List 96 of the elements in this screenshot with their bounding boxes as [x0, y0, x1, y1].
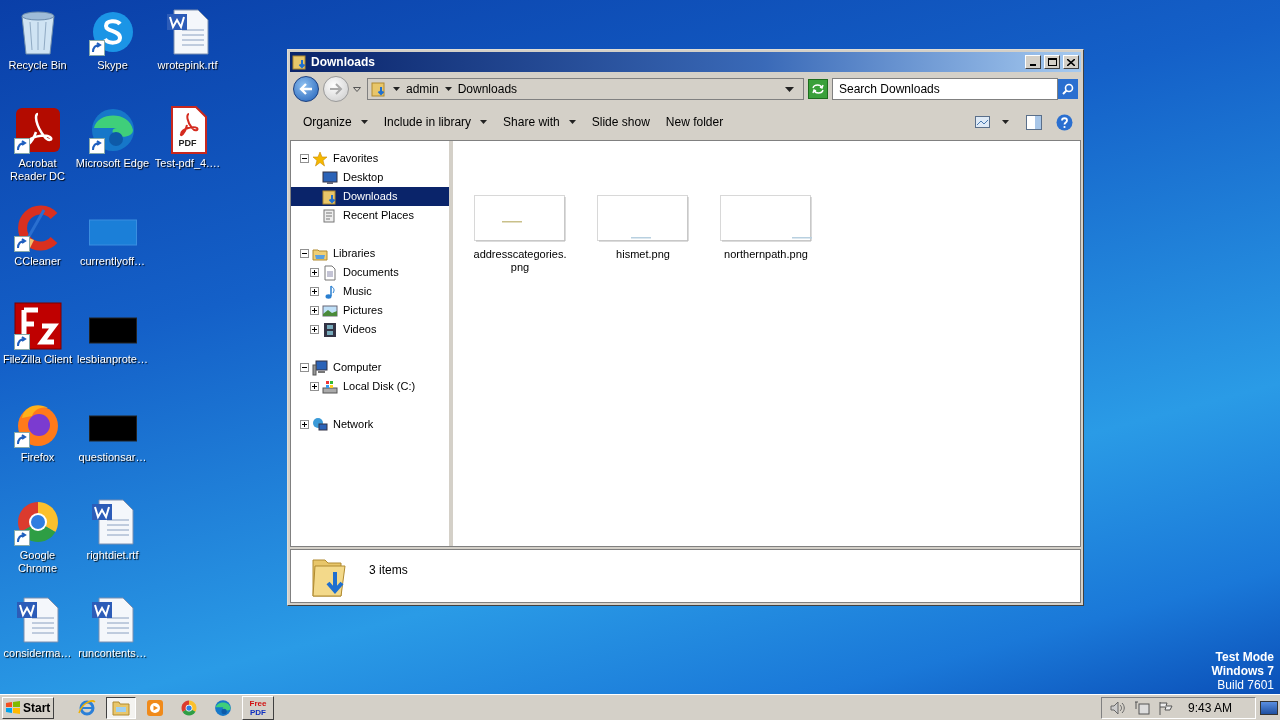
address-bar[interactable]: admin Downloads: [367, 78, 804, 100]
item-count: 3 items: [369, 562, 408, 579]
maximize-button[interactable]: [1044, 55, 1060, 69]
watermark-text: Build 7601: [1217, 678, 1274, 692]
nav-item[interactable]: Videos: [291, 320, 449, 339]
taskbar-app-button[interactable]: [106, 696, 136, 719]
hard-disk-icon: [322, 378, 338, 395]
nav-item[interactable]: Computer: [291, 358, 449, 377]
toolbar-button[interactable]: Share with: [496, 110, 583, 134]
watermark-text: Test Mode: [1215, 650, 1274, 664]
toolbar-button[interactable]: Organize: [296, 110, 375, 134]
desktop-icon-label[interactable]: Microsoft Edge: [75, 157, 150, 170]
start-button[interactable]: Start: [2, 696, 54, 719]
desktop-icon-label[interactable]: Acrobat Reader DC: [10, 157, 65, 183]
caret-icon: [393, 87, 400, 91]
nav-item[interactable]: Music: [291, 282, 449, 301]
collapse-icon[interactable]: [300, 154, 309, 163]
desktop-icon-label[interactable]: questionsar…: [78, 451, 147, 464]
watermark-text: Windows 7: [1211, 664, 1274, 678]
flag-icon[interactable]: [1158, 700, 1174, 715]
film-strip-icon: [322, 321, 338, 338]
document-icon: [322, 264, 338, 281]
desktop-icon-label[interactable]: CCleaner: [14, 255, 61, 268]
toolbar-button[interactable]: New folder: [658, 110, 731, 134]
desktop-icon-label[interactable]: currentlyoff…: [79, 255, 146, 268]
file-name: addresscategories.png: [472, 248, 568, 274]
refresh-button[interactable]: [808, 79, 828, 99]
expand-icon[interactable]: [310, 268, 319, 277]
image-thumbnail[interactable]: [474, 195, 566, 242]
network-icon[interactable]: [1134, 700, 1150, 715]
clock[interactable]: 9:43 AM: [1188, 698, 1233, 717]
window-title: Downloads: [311, 54, 375, 71]
file-name: northernpath.png: [723, 248, 809, 261]
nav-item[interactable]: Favorites: [291, 149, 449, 168]
caret-icon[interactable]: [785, 86, 794, 92]
nav-item[interactable]: Desktop: [291, 168, 449, 187]
close-button[interactable]: [1063, 55, 1079, 69]
collapse-icon[interactable]: [300, 249, 309, 258]
desktop-icon-label[interactable]: lesbianprote…: [77, 353, 148, 366]
nav-item[interactable]: Pictures: [291, 301, 449, 320]
download-folder-icon: [371, 81, 387, 97]
desktop-icon-label[interactable]: Firefox: [20, 451, 55, 464]
expand-icon[interactable]: [300, 420, 309, 429]
monitor-icon: [322, 169, 338, 186]
desktop-icon-label[interactable]: Recycle Bin: [8, 59, 67, 72]
network-icon: [312, 416, 328, 433]
search-icon: [1062, 83, 1074, 95]
search-field[interactable]: Search Downloads: [832, 78, 1058, 100]
picture-frame-icon: [322, 302, 338, 319]
computer-icon: [312, 359, 328, 376]
nav-item[interactable]: Libraries: [291, 244, 449, 263]
expand-icon[interactable]: [310, 382, 319, 391]
recent-places-icon: [322, 207, 338, 224]
download-folder-icon: [292, 54, 308, 70]
toolbar-button[interactable]: Include in library: [376, 110, 495, 134]
minimize-button[interactable]: [1025, 55, 1041, 69]
nav-item[interactable]: Downloads: [291, 187, 449, 206]
download-folder-icon: [322, 188, 338, 205]
collapse-icon[interactable]: [300, 363, 309, 372]
image-thumbnail[interactable]: [720, 195, 812, 242]
desktop-icon-label[interactable]: wrotepink.rtf: [157, 59, 218, 72]
image-thumbnail[interactable]: [597, 195, 689, 242]
search-button[interactable]: [1058, 79, 1078, 99]
desktop-icon-label[interactable]: Test-pdf_4.…: [154, 157, 221, 170]
show-desktop-button[interactable]: [1260, 700, 1278, 715]
file-name: hismet.png: [615, 248, 671, 261]
nav-item[interactable]: Local Disk (C:): [291, 377, 449, 396]
breadcrumb-item[interactable]: Downloads: [457, 80, 518, 98]
view-icon: [975, 116, 990, 128]
toolbar-button[interactable]: Slide show: [584, 110, 657, 134]
windows-logo-icon: [5, 700, 21, 715]
nav-item[interactable]: Network: [291, 415, 449, 434]
minimize-icon: [1030, 64, 1036, 66]
desktop-icon-label[interactable]: Google Chrome: [17, 549, 58, 575]
caret-icon: [1002, 120, 1009, 124]
forward-arrow-icon: [329, 83, 343, 95]
nav-item[interactable]: Recent Places: [291, 206, 449, 225]
desktop-icon-label[interactable]: rightdiet.rtf: [86, 549, 139, 562]
filezilla-icon: [13, 302, 62, 350]
speaker-icon[interactable]: [1110, 700, 1126, 715]
refresh-icon: [811, 83, 825, 95]
back-arrow-icon: [299, 83, 313, 95]
close-icon: [1067, 58, 1075, 66]
star-icon: [312, 150, 328, 167]
caret-icon: [444, 87, 452, 91]
history-caret-icon[interactable]: [353, 86, 361, 92]
breadcrumb-item[interactable]: admin: [406, 80, 439, 98]
expand-icon[interactable]: [310, 287, 319, 296]
nav-item[interactable]: Documents: [291, 263, 449, 282]
expand-icon[interactable]: [310, 306, 319, 315]
maximize-icon: [1047, 58, 1057, 66]
back-button[interactable]: [293, 76, 319, 102]
taskbar-app-button[interactable]: Free PDF: [242, 695, 274, 720]
desktop-icon-label[interactable]: Skype: [97, 59, 128, 72]
desktop-icon-label[interactable]: FileZilla Client: [2, 353, 73, 366]
expand-icon[interactable]: [310, 325, 319, 334]
